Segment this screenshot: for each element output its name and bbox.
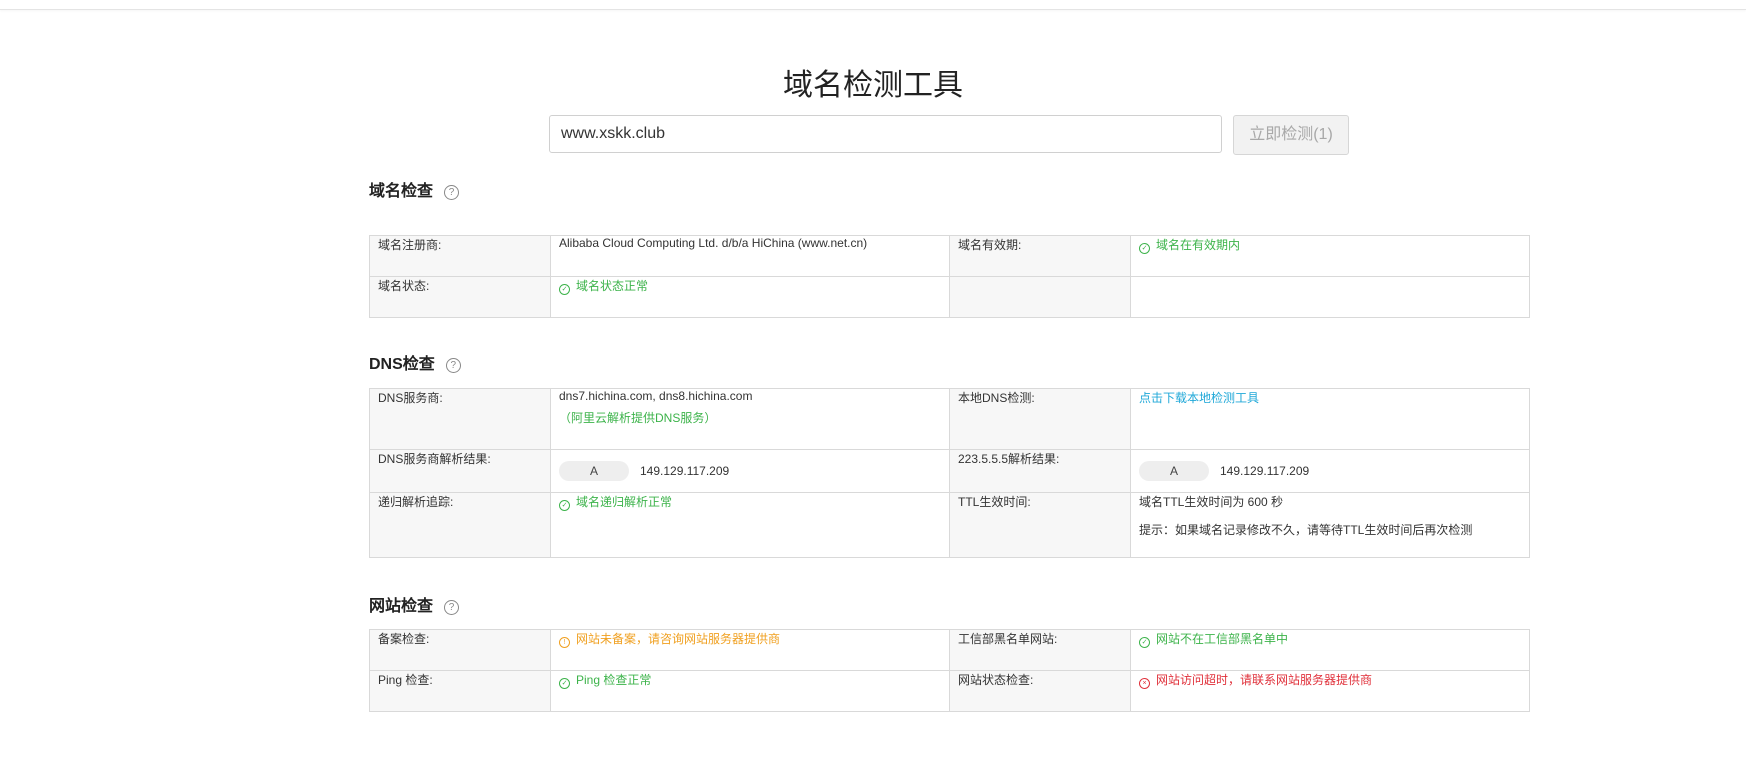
check-circle-icon: ✓ bbox=[559, 678, 570, 689]
website-check-table: 备案检查: ! 网站未备案，请咨询网站服务器提供商 工信部黑名单网站: ✓ 网站不在… bbox=[369, 629, 1530, 712]
domain-search-input[interactable] bbox=[549, 115, 1222, 153]
check-circle-icon: ✓ bbox=[559, 500, 570, 511]
domain-status-label: 域名状态: bbox=[369, 276, 551, 318]
icp-value: 网站未备案，请咨询网站服务器提供商 bbox=[576, 632, 781, 646]
validity-label: 域名有效期: bbox=[949, 235, 1131, 277]
blacklist-cell: ✓ 网站不在工信部黑名单中 bbox=[1130, 629, 1530, 671]
website-check-heading: 网站检查? bbox=[369, 595, 460, 619]
recursive-value: 域名递归解析正常 bbox=[576, 495, 673, 509]
dns-check-title: DNS检查 bbox=[369, 356, 435, 373]
table-row: 域名注册商: Alibaba Cloud Computing Ltd. d/b/… bbox=[369, 235, 1530, 277]
ping-label: Ping 检查: bbox=[369, 670, 551, 712]
dns-check-heading: DNS检查? bbox=[369, 353, 461, 377]
local-dns-label: 本地DNS检测: bbox=[949, 388, 1131, 450]
domain-status-value: 域名状态正常 bbox=[576, 279, 649, 293]
registrar-label: 域名注册商: bbox=[369, 235, 551, 277]
recursive-label: 递归解析追踪: bbox=[369, 492, 551, 558]
local-dns-cell: 点击下载本地检测工具 bbox=[1130, 388, 1530, 450]
domain-status-cell: ✓ 域名状态正常 bbox=[550, 276, 950, 318]
ping-cell: ✓ Ping 检查正常 bbox=[550, 670, 950, 712]
recursive-cell: ✓ 域名递归解析正常 bbox=[550, 492, 950, 558]
table-row: DNS服务商: dns7.hichina.com, dns8.hichina.c… bbox=[369, 388, 1530, 450]
check-circle-icon: ✓ bbox=[1139, 637, 1150, 648]
domain-check-title: 域名检查 bbox=[369, 183, 434, 200]
dns-provider-value: dns7.hichina.com, dns8.hichina.com bbox=[559, 389, 753, 403]
provider-result-label: DNS服务商解析结果: bbox=[369, 449, 551, 493]
question-circle-icon[interactable]: ? bbox=[444, 600, 460, 615]
site-status-label: 网站状态检查: bbox=[949, 670, 1131, 712]
public-result-ip: 149.129.117.209 bbox=[1220, 464, 1310, 478]
dns-provider-cell: dns7.hichina.com, dns8.hichina.com （阿里云解… bbox=[550, 388, 950, 450]
validity-cell: ✓ 域名在有效期内 bbox=[1130, 235, 1530, 277]
warning-circle-icon: ! bbox=[559, 637, 570, 648]
table-row: 递归解析追踪: ✓ 域名递归解析正常 TTL生效时间: 域名TTL生效时间为 60… bbox=[369, 492, 1530, 558]
question-circle-icon[interactable]: ? bbox=[444, 185, 460, 200]
ttl-cell: 域名TTL生效时间为 600 秒 提示：如果域名记录修改不久，请等待TTL生效时… bbox=[1130, 492, 1530, 558]
website-check-title: 网站检查 bbox=[369, 598, 434, 615]
download-local-tool-link[interactable]: 点击下载本地检测工具 bbox=[1139, 391, 1259, 405]
blacklist-label: 工信部黑名单网站: bbox=[949, 629, 1131, 671]
check-now-button[interactable]: 立即检测(1) bbox=[1233, 115, 1349, 155]
record-type-badge: A bbox=[559, 461, 629, 481]
icp-label: 备案检查: bbox=[369, 629, 551, 671]
dns-provider-label: DNS服务商: bbox=[369, 388, 551, 450]
question-circle-icon[interactable]: ? bbox=[445, 358, 461, 373]
empty-value-cell bbox=[1130, 276, 1530, 318]
provider-result-cell: A 149.129.117.209 bbox=[550, 449, 950, 493]
icp-cell: ! 网站未备案，请咨询网站服务器提供商 bbox=[550, 629, 950, 671]
provider-result-ip: 149.129.117.209 bbox=[640, 464, 730, 478]
table-row: DNS服务商解析结果: A 149.129.117.209 223.5.5.5解析… bbox=[369, 449, 1530, 493]
ping-value: Ping 检查正常 bbox=[576, 673, 652, 687]
check-circle-icon: ✓ bbox=[1139, 243, 1150, 254]
table-row: Ping 检查: ✓ Ping 检查正常 网站状态检查: × 网站访问超时，请联系网… bbox=[369, 670, 1530, 712]
top-bar bbox=[0, 0, 1746, 10]
domain-check-heading: 域名检查? bbox=[369, 180, 460, 204]
validity-value: 域名在有效期内 bbox=[1156, 238, 1241, 252]
ttl-hint: 提示：如果域名记录修改不久，请等待TTL生效时间后再次检测 bbox=[1139, 523, 1473, 537]
record-type-badge: A bbox=[1139, 461, 1209, 481]
page-title: 域名检测工具 bbox=[783, 69, 963, 102]
dns-check-table: DNS服务商: dns7.hichina.com, dns8.hichina.c… bbox=[369, 388, 1530, 558]
public-result-label: 223.5.5.5解析结果: bbox=[949, 449, 1131, 493]
ttl-value: 域名TTL生效时间为 600 秒 bbox=[1139, 495, 1284, 509]
table-row: 备案检查: ! 网站未备案，请咨询网站服务器提供商 工信部黑名单网站: ✓ 网站不在… bbox=[369, 629, 1530, 671]
close-circle-icon: × bbox=[1139, 678, 1150, 689]
dns-provider-note: （阿里云解析提供DNS服务） bbox=[559, 411, 717, 425]
site-status-value: 网站访问超时，请联系网站服务器提供商 bbox=[1156, 673, 1373, 687]
ttl-label: TTL生效时间: bbox=[949, 492, 1131, 558]
site-status-cell: × 网站访问超时，请联系网站服务器提供商 bbox=[1130, 670, 1530, 712]
table-row: 域名状态: ✓ 域名状态正常 bbox=[369, 276, 1530, 318]
public-result-cell: A 149.129.117.209 bbox=[1130, 449, 1530, 493]
check-circle-icon: ✓ bbox=[559, 284, 570, 295]
registrar-value: Alibaba Cloud Computing Ltd. d/b/a HiChi… bbox=[550, 235, 950, 277]
blacklist-value: 网站不在工信部黑名单中 bbox=[1156, 632, 1289, 646]
empty-label-cell bbox=[949, 276, 1131, 318]
domain-check-table: 域名注册商: Alibaba Cloud Computing Ltd. d/b/… bbox=[369, 235, 1530, 318]
